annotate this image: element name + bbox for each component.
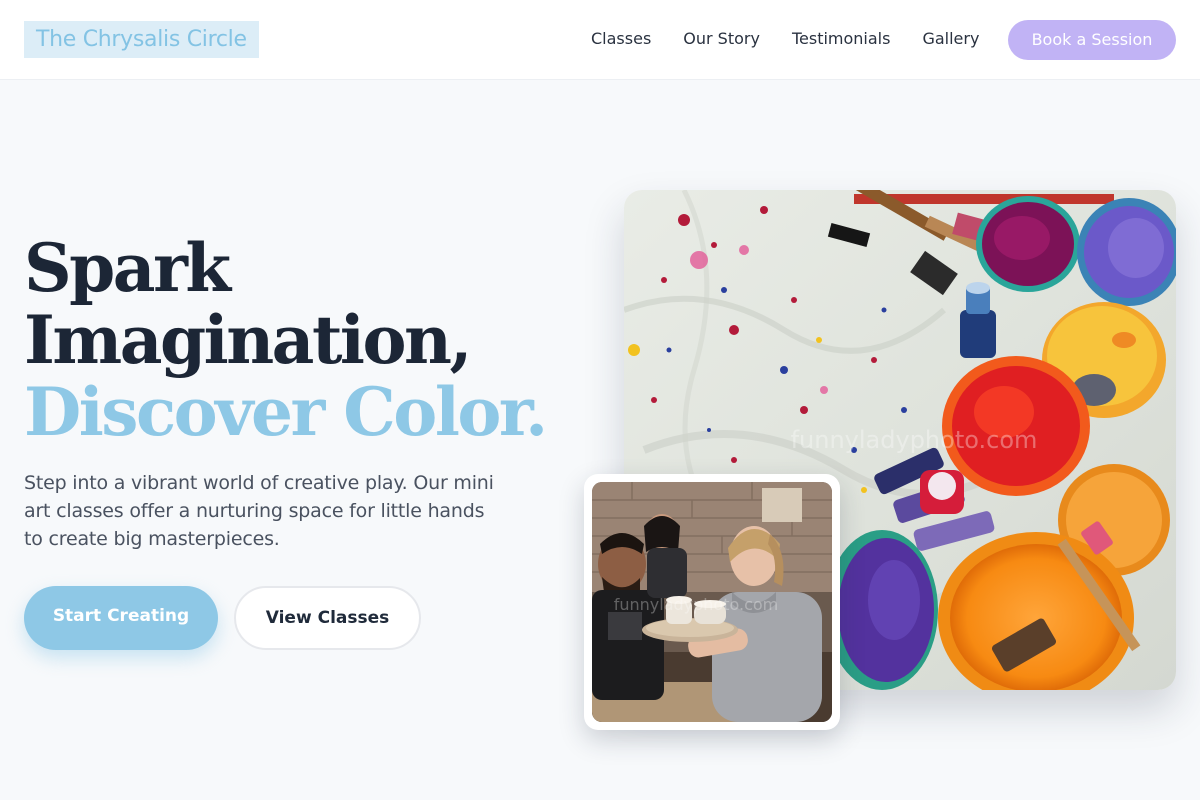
headline-line-1: Spark	[24, 229, 231, 307]
hero-subtext: Step into a vibrant world of creative pl…	[24, 472, 494, 550]
nav-link-classes[interactable]: Classes	[591, 30, 651, 48]
nav-link-gallery[interactable]: Gallery	[922, 30, 979, 48]
secondary-photo-watermark: funnyladyphoto.com	[614, 595, 779, 614]
headline-line-2: Imagination,	[24, 301, 473, 379]
start-creating-button[interactable]: Start Creating	[24, 586, 218, 650]
view-classes-button[interactable]: View Classes	[234, 586, 421, 650]
hero-headline: Spark Imagination, Discover Color.	[24, 232, 584, 448]
headline-accent: Discover Color.	[24, 373, 548, 451]
brand-logo[interactable]: The Chrysalis Circle	[24, 21, 259, 58]
pottery-class-illustration: funnyladyphoto.com	[592, 482, 832, 722]
pottery-class-photo-card: funnyladyphoto.com	[584, 474, 840, 730]
pottery-class-photo: funnyladyphoto.com	[592, 482, 832, 722]
nav-link-testimonials[interactable]: Testimonials	[792, 30, 891, 48]
main-nav: Classes Our Story Testimonials Gallery	[591, 30, 979, 48]
book-session-button[interactable]: Book a Session	[1008, 20, 1176, 60]
site-header: The Chrysalis Circle Classes Our Story T…	[0, 0, 1200, 80]
nav-link-our-story[interactable]: Our Story	[683, 30, 760, 48]
main-photo-watermark: funnyladyphoto.com	[791, 426, 1038, 454]
